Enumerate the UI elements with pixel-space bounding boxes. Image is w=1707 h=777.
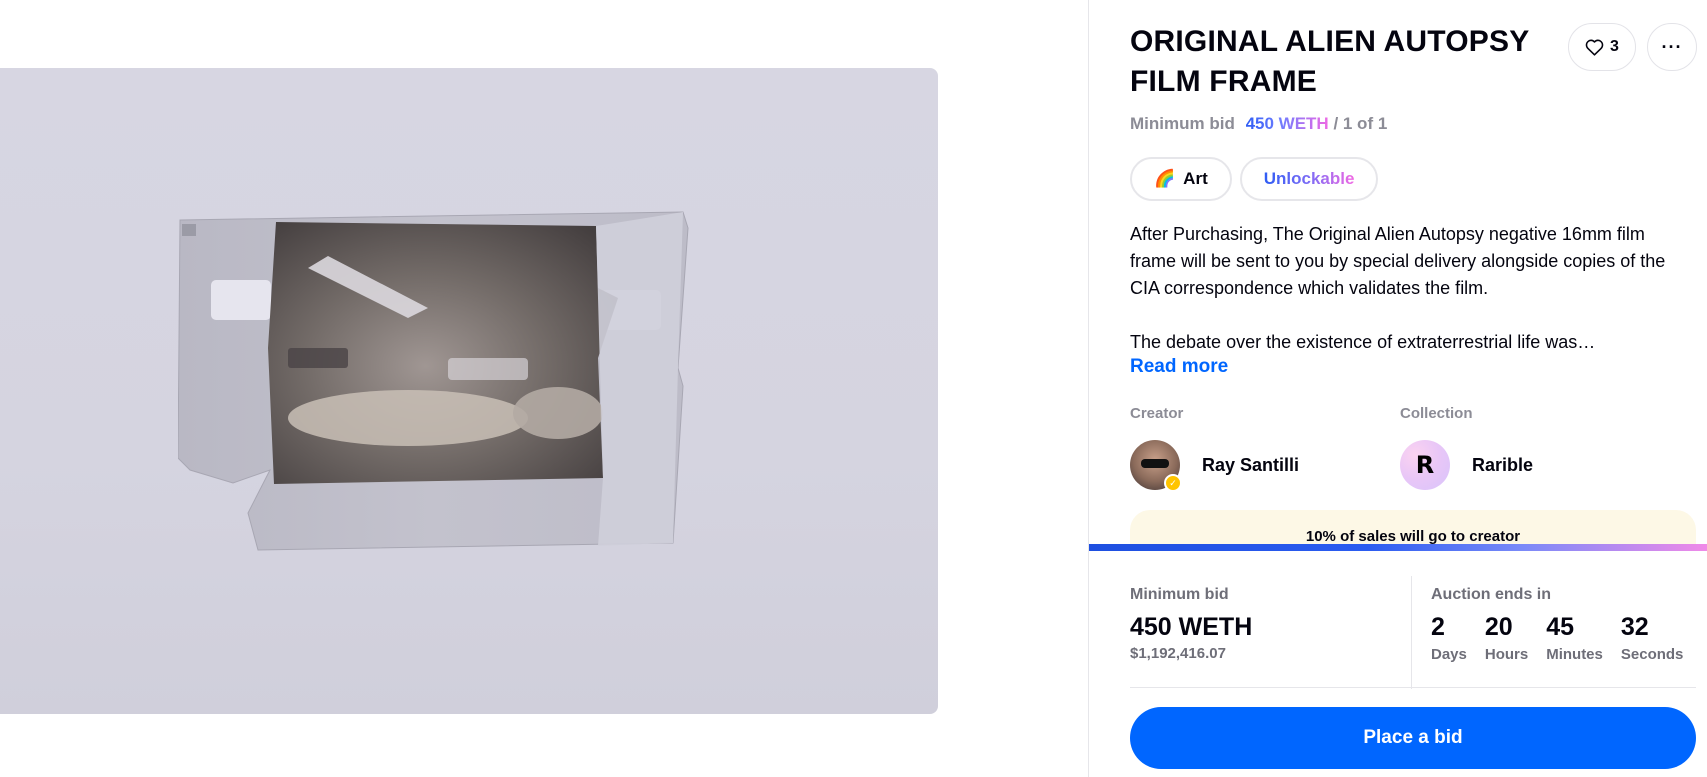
tag-label: Unlockable: [1263, 169, 1355, 188]
countdown-value: 20: [1484, 613, 1513, 641]
countdown-value: 45: [1546, 613, 1575, 641]
collection-label: Collection: [1400, 405, 1473, 422]
countdown-hours: 20 Hours: [1485, 613, 1528, 663]
royalty-text: 10% of sales will go to creator: [1305, 528, 1521, 545]
countdown-seconds: 32 Seconds: [1621, 613, 1684, 663]
tag-art[interactable]: 🌈 Art: [1130, 157, 1232, 201]
collection-name: Rarible: [1472, 454, 1534, 475]
edition-count: / 1 of 1: [1333, 114, 1388, 133]
price-value: 450 WETH: [1245, 114, 1329, 133]
countdown-unit: Minutes: [1546, 646, 1603, 663]
tag-list: 🌈 Art Unlockable: [1130, 157, 1379, 201]
creator-link[interactable]: ✓ Ray Santilli: [1130, 440, 1300, 492]
auction-countdown: 2 Days 20 Hours 45 Minutes 32 Seconds: [1431, 613, 1683, 663]
bid-divider: [1411, 576, 1412, 689]
creator-avatar: ✓: [1130, 440, 1182, 492]
place-bid-button[interactable]: Place a bid: [1130, 707, 1696, 769]
countdown-unit: Days: [1431, 646, 1467, 663]
countdown-value: 32: [1620, 613, 1649, 641]
creator-name: Ray Santilli: [1202, 454, 1300, 475]
bid-section: Minimum bid 450 WETH $1,192,416.07 Aucti…: [1089, 544, 1707, 777]
details-panel: ORIGINAL ALIEN AUTOPSY FILM FRAME 3 ··· …: [1089, 0, 1707, 777]
item-title: ORIGINAL ALIEN AUTOPSY FILM FRAME: [1130, 25, 1529, 98]
description-paragraph: After Purchasing, The Original Alien Aut…: [1130, 224, 1666, 298]
countdown-value: 2: [1431, 613, 1445, 641]
min-bid-label: Minimum bid: [1130, 586, 1229, 603]
like-count: 3: [1610, 38, 1619, 55]
countdown-unit: Seconds: [1620, 646, 1684, 663]
countdown-unit: Hours: [1484, 646, 1529, 663]
more-options-button[interactable]: ···: [1647, 23, 1697, 71]
price-label: Minimum bid: [1130, 114, 1235, 133]
film-frame-image: [178, 211, 689, 551]
countdown-minutes: 45 Minutes: [1546, 613, 1603, 663]
verified-badge-icon: ✓: [1164, 474, 1182, 492]
media-area: [0, 0, 1088, 777]
avatar-glasses: [1141, 459, 1169, 468]
collection-link[interactable]: R Rarible: [1400, 440, 1533, 490]
auction-label: Auction ends in: [1431, 586, 1551, 603]
collection-avatar: R: [1400, 440, 1450, 490]
countdown-days: 2 Days: [1431, 613, 1467, 663]
rarible-logo-icon: R: [1415, 451, 1435, 479]
min-bid-usd: $1,192,416.07: [1130, 645, 1226, 662]
description-paragraph: The debate over the existence of extrate…: [1130, 332, 1596, 352]
bid-bottom-divider: [1130, 687, 1696, 688]
like-button[interactable]: 3: [1568, 23, 1636, 71]
rainbow-icon: 🌈: [1154, 169, 1176, 188]
read-more-link[interactable]: Read more: [1130, 356, 1228, 378]
min-bid-amount: 450 WETH: [1130, 613, 1253, 641]
tag-label: Art: [1183, 169, 1208, 188]
creator-label: Creator: [1130, 405, 1184, 422]
tag-unlockable[interactable]: Unlockable: [1239, 157, 1379, 201]
price-line: Minimum bid 450 WETH / 1 of 1: [1130, 114, 1387, 134]
nft-item-page: ORIGINAL ALIEN AUTOPSY FILM FRAME 3 ··· …: [0, 0, 1707, 777]
gradient-bar: [1089, 544, 1707, 551]
heart-icon: [1585, 39, 1604, 56]
ellipsis-icon: ···: [1661, 36, 1683, 57]
nft-image[interactable]: [0, 68, 938, 714]
